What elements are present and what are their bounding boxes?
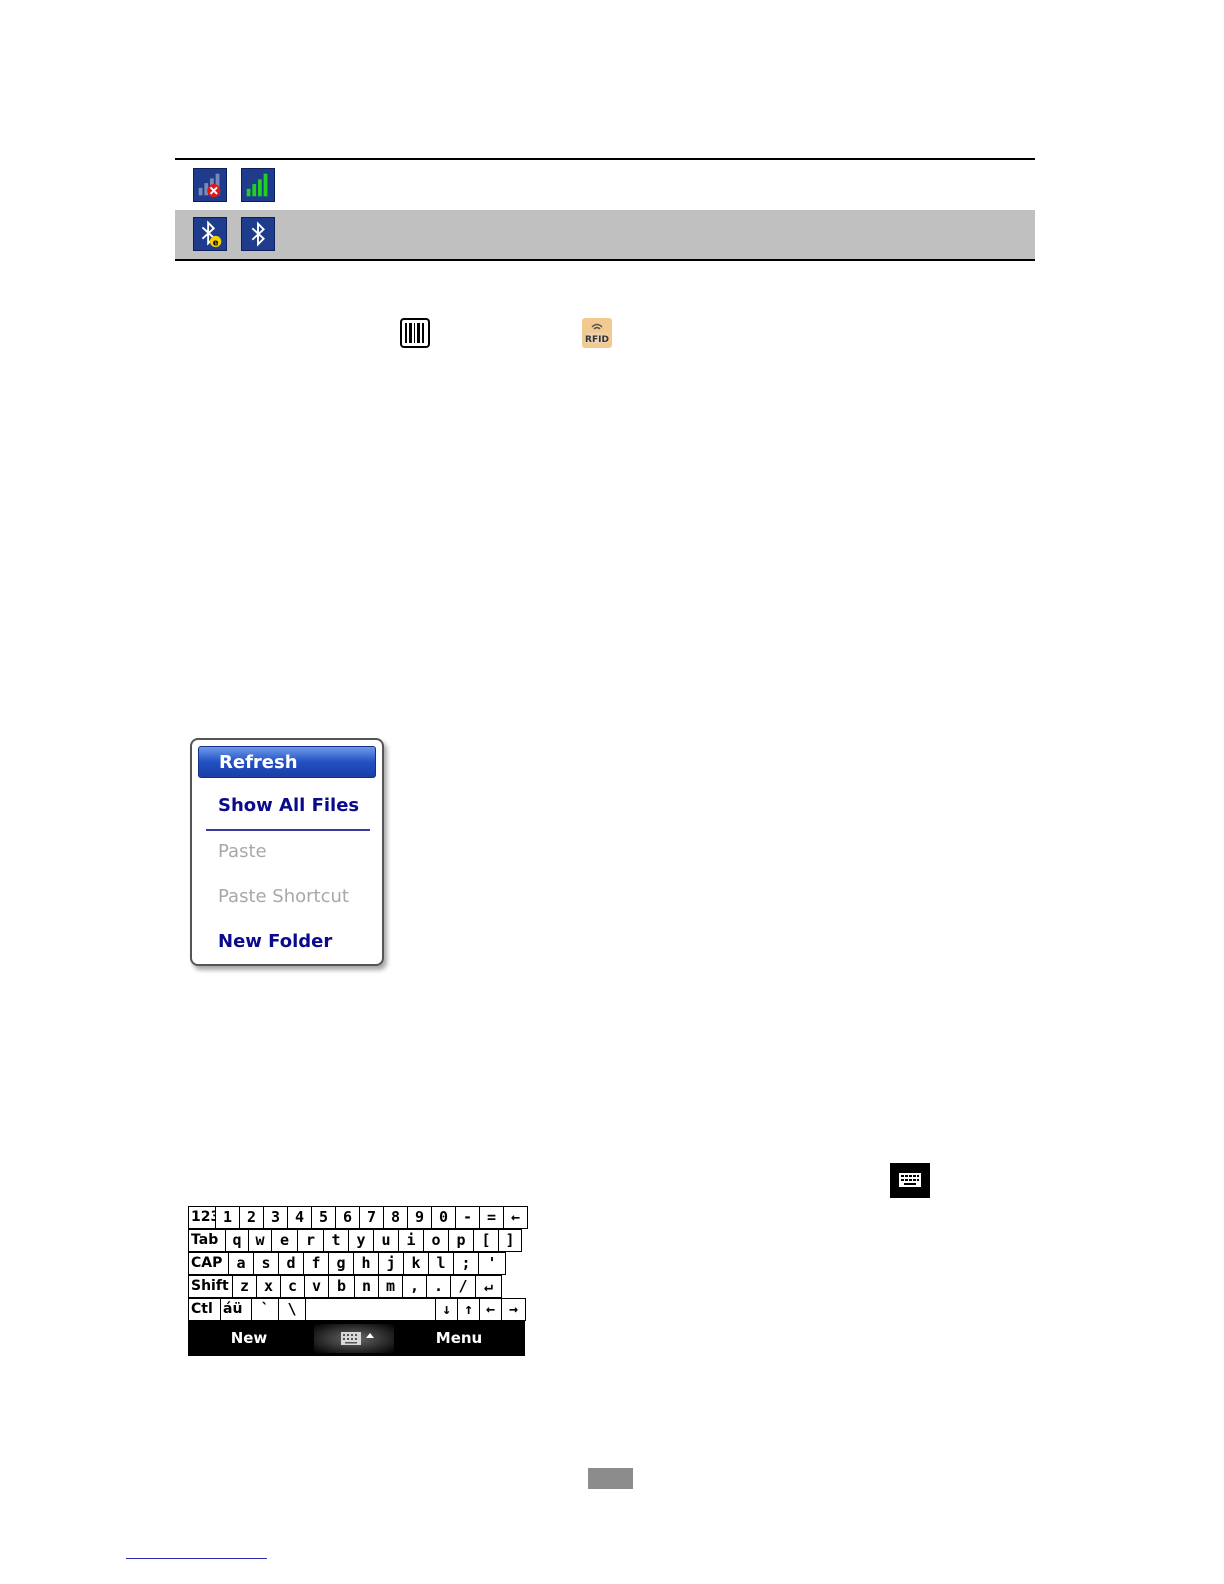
- key-3-2[interactable]: x: [256, 1275, 281, 1298]
- menu-item-new-folder[interactable]: New Folder: [198, 926, 376, 958]
- page-number-box: [588, 1468, 633, 1489]
- key-2-6[interactable]: h: [353, 1252, 379, 1275]
- key-3-11[interactable]: ↵: [475, 1275, 502, 1298]
- menu-item-paste-shortcut[interactable]: Paste Shortcut: [198, 881, 376, 913]
- menu-item-show-all-files[interactable]: Show All Files: [198, 790, 376, 822]
- key-space[interactable]: [305, 1298, 436, 1321]
- key-1-1[interactable]: q: [225, 1229, 249, 1252]
- key-2-7[interactable]: j: [378, 1252, 404, 1275]
- key-3-9[interactable]: .: [426, 1275, 451, 1298]
- key-0-11[interactable]: -: [455, 1206, 480, 1229]
- key-4-5[interactable]: ↓: [435, 1298, 458, 1321]
- key-1-11[interactable]: [: [473, 1229, 499, 1252]
- key-4-2[interactable]: `: [251, 1298, 279, 1321]
- key-2-5[interactable]: g: [328, 1252, 354, 1275]
- bluetooth-discoverable-icon: e: [193, 217, 227, 251]
- key-1-2[interactable]: w: [248, 1229, 272, 1252]
- keyboard-toggle-icon[interactable]: [890, 1163, 930, 1198]
- key-1-4[interactable]: r: [297, 1229, 324, 1252]
- key-3-1[interactable]: z: [232, 1275, 257, 1298]
- key-3-0[interactable]: Shift: [188, 1275, 233, 1298]
- key-1-8[interactable]: i: [398, 1229, 424, 1252]
- key-area: 1231234567890-=←Tabqwertyuiop[]CAPasdfgh…: [188, 1206, 528, 1321]
- soft-key-bar: New Menu: [188, 1321, 525, 1356]
- key-1-3[interactable]: e: [271, 1229, 298, 1252]
- soft-keyboard: 1231234567890-=←Tabqwertyuiop[]CAPasdfgh…: [188, 1206, 528, 1356]
- key-4-1[interactable]: áü: [220, 1298, 252, 1321]
- key-4-3[interactable]: \: [278, 1298, 306, 1321]
- footnote-rule: [126, 1558, 267, 1559]
- key-0-3[interactable]: 3: [263, 1206, 288, 1229]
- key-2-0[interactable]: CAP: [188, 1252, 229, 1275]
- menu-separator: [206, 829, 370, 831]
- key-1-12[interactable]: ]: [498, 1229, 522, 1252]
- key-2-3[interactable]: d: [278, 1252, 304, 1275]
- key-0-8[interactable]: 8: [383, 1206, 408, 1229]
- key-2-11[interactable]: ': [478, 1252, 506, 1275]
- svg-text:e: e: [213, 237, 219, 247]
- rfid-icon: RFID: [582, 318, 612, 348]
- no-signal-icon: [193, 168, 227, 202]
- key-4-7[interactable]: ←: [479, 1298, 502, 1321]
- key-1-5[interactable]: t: [323, 1229, 349, 1252]
- key-1-7[interactable]: u: [373, 1229, 399, 1252]
- softkey-new[interactable]: New: [208, 1321, 290, 1356]
- context-menu: Refresh Show All Files Paste Paste Short…: [190, 738, 384, 966]
- key-0-1[interactable]: 1: [215, 1206, 240, 1229]
- key-4-0[interactable]: Ctl: [188, 1298, 221, 1321]
- key-1-6[interactable]: y: [348, 1229, 374, 1252]
- svg-text:RFID: RFID: [585, 335, 609, 345]
- sip-button[interactable]: [314, 1324, 394, 1353]
- key-0-2[interactable]: 2: [239, 1206, 264, 1229]
- key-3-3[interactable]: c: [280, 1275, 305, 1298]
- key-2-10[interactable]: ;: [453, 1252, 479, 1275]
- table-row: [175, 160, 1035, 210]
- key-4-6[interactable]: ↑: [457, 1298, 480, 1321]
- key-0-7[interactable]: 7: [359, 1206, 384, 1229]
- signal-strength-icon: [241, 168, 275, 202]
- key-3-6[interactable]: n: [354, 1275, 379, 1298]
- key-0-4[interactable]: 4: [287, 1206, 312, 1229]
- table-bottom-rule: [175, 259, 1035, 261]
- key-2-1[interactable]: a: [228, 1252, 254, 1275]
- key-3-10[interactable]: /: [450, 1275, 476, 1298]
- barcode-scanner-icon: [400, 318, 430, 348]
- menu-item-refresh[interactable]: Refresh: [198, 746, 376, 778]
- key-2-9[interactable]: l: [428, 1252, 454, 1275]
- bluetooth-on-icon: [241, 217, 275, 251]
- key-2-4[interactable]: f: [303, 1252, 329, 1275]
- key-0-10[interactable]: 0: [431, 1206, 456, 1229]
- key-3-4[interactable]: v: [304, 1275, 329, 1298]
- key-0-12[interactable]: =: [479, 1206, 504, 1229]
- key-0-9[interactable]: 9: [407, 1206, 432, 1229]
- key-4-8[interactable]: →: [501, 1298, 526, 1321]
- key-3-7[interactable]: m: [378, 1275, 403, 1298]
- key-3-8[interactable]: ,: [402, 1275, 427, 1298]
- key-0-6[interactable]: 6: [335, 1206, 360, 1229]
- key-1-10[interactable]: p: [448, 1229, 474, 1252]
- key-3-5[interactable]: b: [328, 1275, 355, 1298]
- key-0-13[interactable]: ←: [503, 1206, 528, 1229]
- menu-item-paste[interactable]: Paste: [198, 836, 376, 868]
- table-row: e: [175, 210, 1035, 259]
- key-1-0[interactable]: Tab: [188, 1229, 226, 1252]
- key-2-8[interactable]: k: [403, 1252, 429, 1275]
- softkey-menu[interactable]: Menu: [418, 1321, 500, 1356]
- key-0-0[interactable]: 123: [188, 1206, 216, 1229]
- key-2-2[interactable]: s: [253, 1252, 279, 1275]
- key-1-9[interactable]: o: [423, 1229, 449, 1252]
- key-0-5[interactable]: 5: [311, 1206, 336, 1229]
